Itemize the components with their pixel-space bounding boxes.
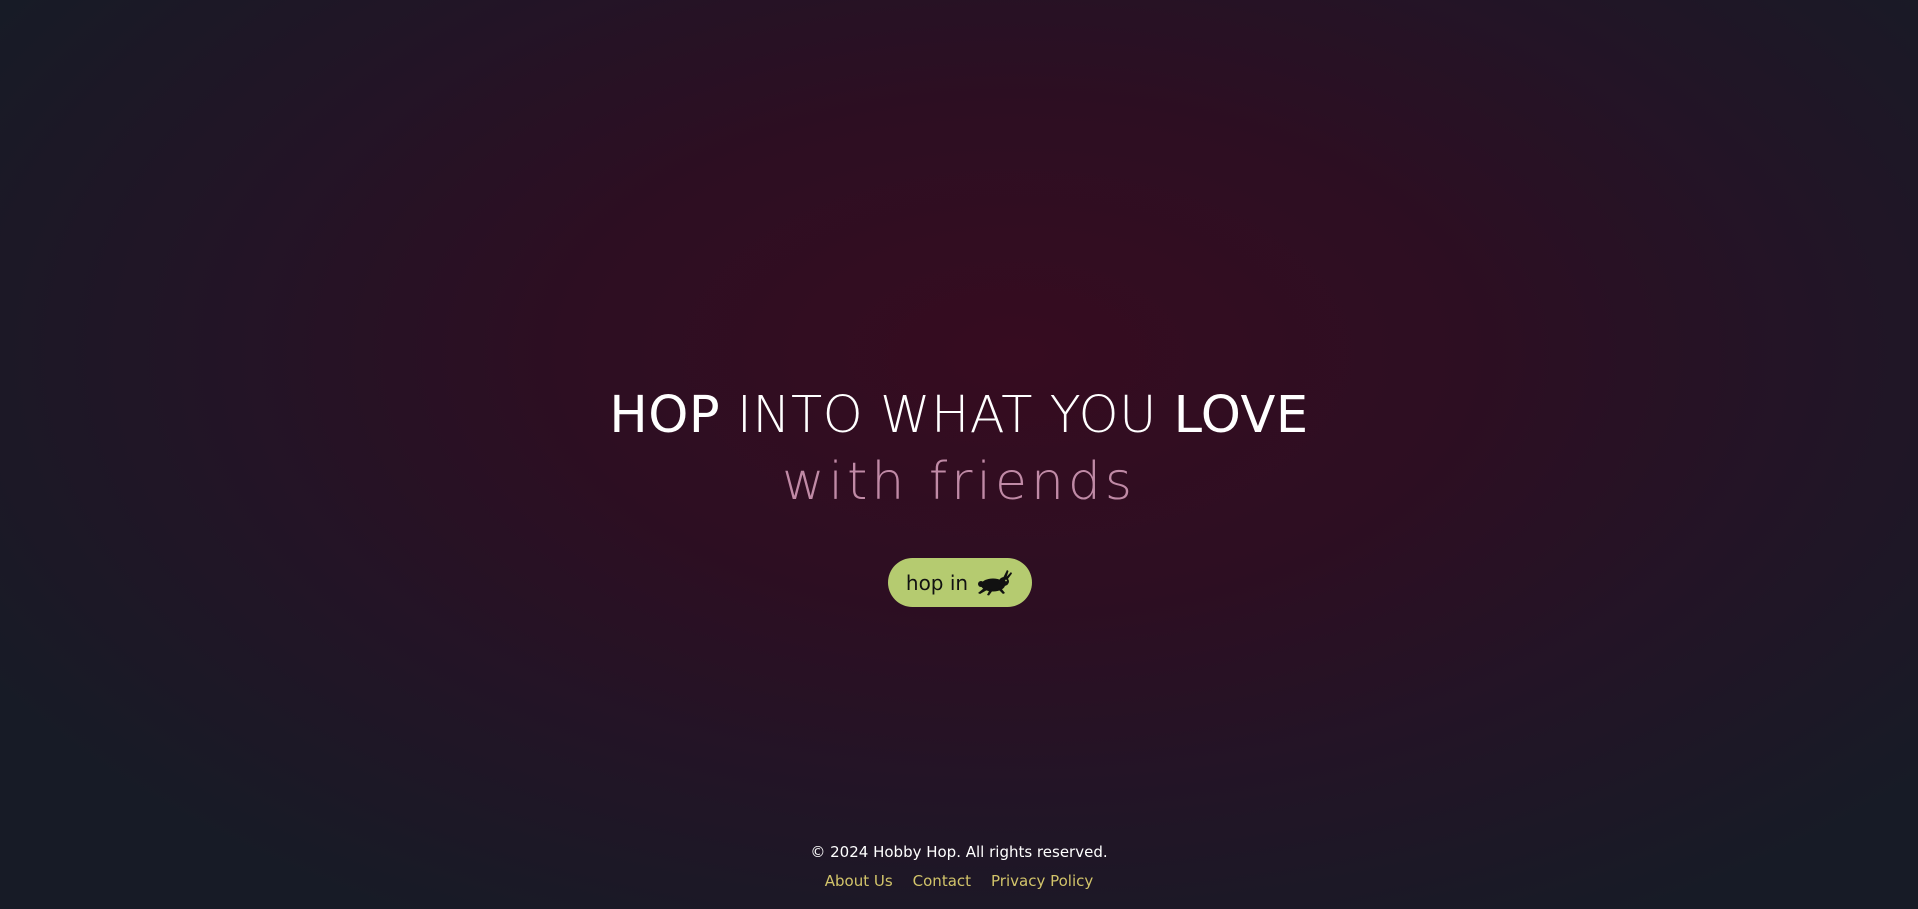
hop-in-label: hop in xyxy=(905,570,969,595)
copyright-text: © 2024 Hobby Hop. All rights reserved. xyxy=(810,843,1108,861)
headline-middle-text: INTO WHAT YOU xyxy=(736,386,1157,445)
footer-link-contact[interactable]: Contact xyxy=(913,871,971,891)
hero-section: HOP INTO WHAT YOU LOVE with friends xyxy=(0,381,1918,517)
hero-subheadline: with friends xyxy=(781,452,1137,512)
headline-word-hop: HOP xyxy=(609,386,721,445)
rabbit-icon xyxy=(976,568,1014,598)
hero-headline: HOP INTO WHAT YOU LOVE xyxy=(0,381,1918,451)
hop-in-button[interactable]: hop in xyxy=(888,558,1032,607)
footer-link-privacy-policy[interactable]: Privacy Policy xyxy=(991,871,1093,891)
footer-links: About Us Contact Privacy Policy xyxy=(0,871,1918,891)
footer-link-about-us[interactable]: About Us xyxy=(825,871,893,891)
page-footer: © 2024 Hobby Hop. All rights reserved. A… xyxy=(0,842,1918,891)
headline-word-love: LOVE xyxy=(1173,386,1309,445)
